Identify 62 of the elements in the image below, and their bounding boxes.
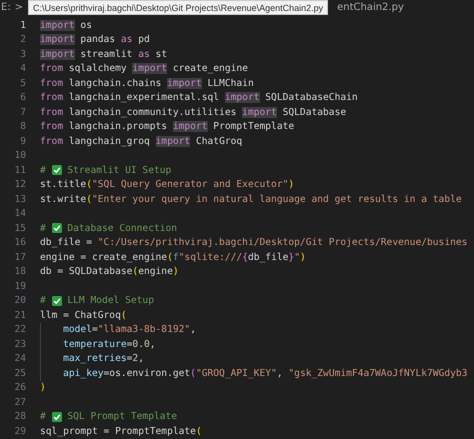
code-line: sql_prompt = PromptTemplate(	[40, 426, 202, 437]
code-line: import pandas as pd	[40, 34, 150, 46]
line-number: 26	[13, 382, 26, 394]
line-number: 13	[13, 194, 26, 205]
line-number: 27	[13, 396, 26, 408]
line-number: 2	[19, 34, 26, 46]
line-number: 10	[13, 150, 26, 162]
line-number: 20	[13, 295, 26, 306]
breadcrumb-item[interactable]: E:	[1, 2, 11, 13]
check-mark-icon	[52, 223, 62, 234]
breadcrumb-separator: >	[14, 2, 24, 13]
line-number: 29	[13, 426, 26, 437]
code-line: )	[40, 382, 46, 394]
line-number: 19	[13, 280, 26, 292]
line-number: 21	[13, 310, 26, 321]
code-line: import os	[40, 20, 92, 31]
line-number: 1	[19, 20, 26, 31]
code-line: from langchain_experimental.sql import SQLDatabaseChain	[40, 92, 358, 104]
code-line: from sqlalchemy import create_engine	[40, 63, 248, 74]
code-line: db = SQLDatabase(engine)	[40, 266, 179, 278]
check-mark-icon	[52, 296, 62, 306]
code-line: from langchain.prompts import PromptTemplate	[40, 121, 294, 132]
check-mark-icon	[52, 412, 62, 422]
code-line: # SQL Prompt Template	[40, 411, 178, 422]
line-number: 28	[13, 411, 26, 422]
code-line: api_key=os.environ.get("GROQ_API_KEY", "gsk_ZwUmimF4a7WAoJfNYLk7WGdyb3	[40, 366, 468, 380]
line-number: 24	[13, 353, 26, 364]
line-number: 12	[13, 179, 26, 190]
code-line: # Streamlit UI Setup	[40, 164, 172, 176]
breadcrumb-item[interactable]: entChain2.py	[337, 2, 404, 13]
code-line: engine = create_engine(f"sqlite:///{db_file}")	[40, 252, 306, 263]
code-line: max_retries=2,	[40, 352, 144, 366]
line-number: 16	[13, 237, 26, 248]
line-number: 18	[13, 266, 26, 278]
line-number: 6	[19, 92, 26, 104]
code-line: from langchain_community.utilities import SQLDatabase	[40, 106, 346, 118]
check-mark-icon	[52, 165, 62, 176]
line-number: 3	[19, 48, 26, 60]
code-line: llm = ChatGroq(	[40, 310, 127, 321]
line-number: 4	[19, 63, 26, 74]
code-line: from langchain_groq import ChatGroq	[40, 136, 242, 147]
code-line: st.title("SQL Query Generator and Executor")	[40, 179, 294, 190]
line-number: 7	[19, 106, 26, 118]
line-number: 17	[13, 252, 26, 263]
line-number: 9	[19, 136, 26, 147]
line-number: 14	[13, 208, 26, 220]
code-line: # LLM Model Setup	[40, 295, 154, 306]
code-line: model="llama3-8b-8192",	[40, 322, 196, 337]
code-line: st.write("Enter your query in natural language and get results in a table	[40, 194, 462, 205]
code-line: # Database Connection	[40, 222, 178, 234]
line-number: 11	[13, 164, 26, 176]
code-line: import streamlit as st	[40, 48, 168, 60]
code-line: from langchain.chains import LLMChain	[40, 78, 254, 89]
line-number: 8	[19, 121, 26, 132]
line-number: 15	[13, 222, 26, 234]
code-line: temperature=0.0,	[40, 337, 156, 352]
code-line: db_file = "C:/Users/prithviraj.bagchi/Desktop/Git Projects/Revenue/busines	[40, 237, 468, 248]
line-number: 23	[13, 338, 26, 350]
line-number: 22	[13, 324, 26, 336]
line-number: 5	[19, 78, 26, 89]
line-number: 25	[13, 368, 26, 379]
path-tooltip: C:\Users\prithviraj.bagchi\Desktop\Git Projects\Revenue\AgentChain2.py	[28, 0, 328, 15]
